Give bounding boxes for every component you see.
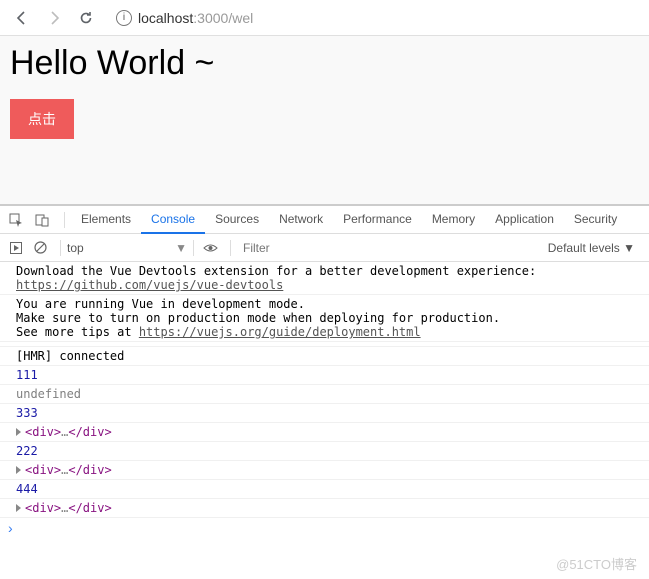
console-link[interactable]: https://github.com/vuejs/vue-devtools	[16, 278, 283, 292]
expand-arrow-icon[interactable]	[16, 428, 21, 436]
separator	[193, 240, 194, 256]
filter-input[interactable]	[237, 241, 548, 255]
url-host: localhost	[138, 10, 193, 26]
console-number: 333	[0, 404, 649, 423]
separator	[64, 212, 65, 228]
watermark: @51CTO博客	[556, 554, 637, 573]
tab-application[interactable]: Application	[485, 206, 564, 233]
separator	[230, 240, 231, 256]
console-dom-element[interactable]: <div>…</div>	[0, 423, 649, 442]
separator	[60, 240, 61, 256]
console-text: [HMR] connected	[0, 347, 649, 366]
console-text: Download the Vue Devtools extension for …	[16, 264, 633, 278]
tab-elements[interactable]: Elements	[71, 206, 141, 233]
console-toolbar: top▼ Default levels ▼	[0, 234, 649, 262]
console-output: Download the Vue Devtools extension for …	[0, 262, 649, 518]
tab-security[interactable]: Security	[564, 206, 627, 233]
play-icon[interactable]	[6, 238, 26, 258]
clear-icon[interactable]	[30, 238, 50, 258]
levels-selector[interactable]: Default levels ▼	[548, 241, 643, 255]
expand-arrow-icon[interactable]	[16, 504, 21, 512]
console-dom-element[interactable]: <div>…</div>	[0, 461, 649, 480]
tab-network[interactable]: Network	[269, 206, 333, 233]
browser-navbar: i localhost:3000/wel	[0, 0, 649, 36]
tab-performance[interactable]: Performance	[333, 206, 422, 233]
devtools-panel: ElementsConsoleSourcesNetworkPerformance…	[0, 204, 649, 538]
device-icon[interactable]	[32, 210, 52, 230]
context-selector[interactable]: top▼	[67, 241, 187, 255]
tab-sources[interactable]: Sources	[205, 206, 269, 233]
console-text: Make sure to turn on production mode whe…	[16, 311, 633, 325]
forward-icon[interactable]	[42, 6, 66, 30]
console-text: You are running Vue in development mode.	[16, 297, 633, 311]
console-undefined: undefined	[0, 385, 649, 404]
inspect-icon[interactable]	[6, 210, 26, 230]
tabs-container: ElementsConsoleSourcesNetworkPerformance…	[71, 206, 627, 233]
console-prompt[interactable]: ›	[0, 518, 649, 538]
reload-icon[interactable]	[74, 6, 98, 30]
url-bar[interactable]: localhost:3000/wel	[138, 10, 253, 26]
console-number: 222	[0, 442, 649, 461]
console-dom-element[interactable]: <div>…</div>	[0, 499, 649, 518]
info-icon[interactable]: i	[116, 10, 132, 26]
console-link[interactable]: https://vuejs.org/guide/deployment.html	[139, 325, 421, 339]
console-number: 444	[0, 480, 649, 499]
click-button[interactable]: 点击	[10, 99, 74, 139]
back-icon[interactable]	[10, 6, 34, 30]
devtools-tabs: ElementsConsoleSourcesNetworkPerformance…	[0, 206, 649, 234]
tab-memory[interactable]: Memory	[422, 206, 485, 233]
page-heading: Hello World ~	[10, 44, 639, 83]
console-text: See more tips at https://vuejs.org/guide…	[16, 325, 633, 339]
tab-console[interactable]: Console	[141, 206, 205, 234]
expand-arrow-icon[interactable]	[16, 466, 21, 474]
eye-icon[interactable]	[200, 238, 220, 258]
console-number: 111	[0, 366, 649, 385]
page-content: Hello World ~ 点击	[0, 36, 649, 204]
